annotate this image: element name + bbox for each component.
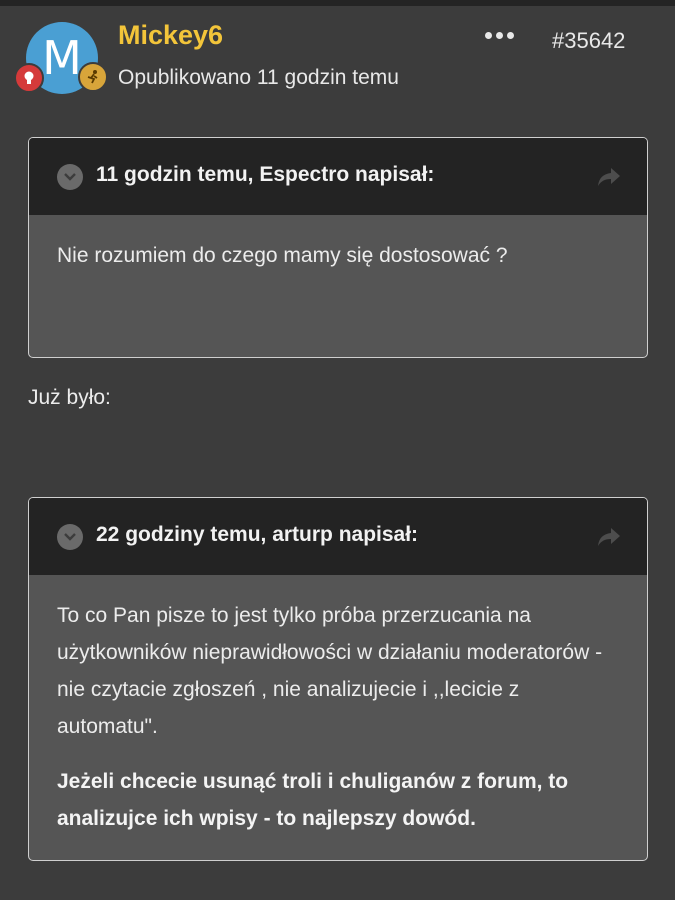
quote-text-bold: Jeżeli chcecie usunąć troli i chuliganów…	[57, 770, 569, 830]
quote-block: 11 godzin temu, Espectro napisał: Nie ro…	[28, 137, 648, 358]
share-icon[interactable]	[597, 166, 621, 188]
lightbulb-badge-icon	[14, 63, 44, 93]
avatar-letter: M	[42, 31, 82, 85]
ellipsis-icon[interactable]	[485, 32, 514, 39]
post-id-link[interactable]: #35642	[552, 28, 625, 54]
quote-title: 11 godzin temu, Espectro napisał:	[96, 163, 435, 186]
share-icon[interactable]	[597, 526, 621, 548]
quote-text: Nie rozumiem do czego mamy się dostosowa…	[57, 244, 508, 267]
quote-block: 22 godziny temu, arturp napisał: To co P…	[28, 497, 648, 861]
chevron-down-icon[interactable]	[57, 164, 83, 190]
post-header: M Mickey6 Opublikowano 11 godzin temu #3…	[0, 6, 675, 116]
post-text: Już było:	[28, 386, 111, 409]
chevron-down-icon[interactable]	[57, 524, 83, 550]
quote-title: 22 godziny temu, arturp napisał:	[96, 523, 419, 546]
quote-body: Nie rozumiem do czego mamy się dostosowa…	[29, 215, 647, 274]
quote-header: 22 godziny temu, arturp napisał:	[29, 498, 647, 575]
author-name[interactable]: Mickey6	[118, 20, 223, 51]
published-time: Opublikowano 11 godzin temu	[118, 66, 399, 89]
quote-header: 11 godzin temu, Espectro napisał:	[29, 138, 647, 215]
quote-text: To co Pan pisze to jest tylko próba prze…	[57, 604, 603, 738]
runner-badge-icon	[78, 62, 108, 92]
quote-body: To co Pan pisze to jest tylko próba prze…	[29, 575, 647, 837]
